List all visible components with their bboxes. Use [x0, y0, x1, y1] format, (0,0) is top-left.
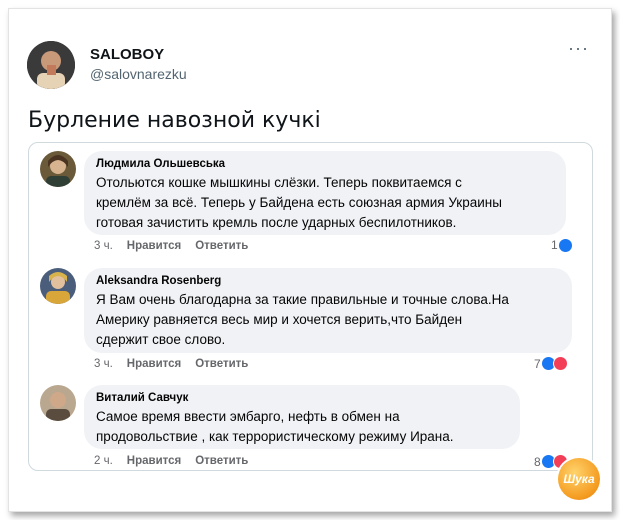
comment-actions: 2 ч. Нравится Ответить [94, 455, 248, 467]
watermark-logo: Шука [558, 458, 600, 500]
comment-time[interactable]: 2 ч. [94, 455, 113, 467]
author-avatar[interactable] [27, 41, 75, 89]
like-link[interactable]: Нравится [127, 455, 181, 467]
comment-author[interactable]: Людмила Ольшевська [96, 158, 554, 170]
author-handle[interactable]: @salovnarezku [90, 66, 187, 82]
like-icon [558, 238, 572, 252]
comment-author[interactable]: Виталий Савчук [96, 392, 508, 404]
like-link[interactable]: Нравится [127, 240, 181, 252]
reaction-count: 1 [551, 238, 558, 252]
comment-time[interactable]: 3 ч. [94, 240, 113, 252]
comment-avatar[interactable] [40, 385, 76, 421]
comment-actions: 3 ч. Нравится Ответить [94, 240, 248, 252]
comment-text: Отольются кошке мышкины слёзки. Теперь п… [96, 175, 502, 230]
comment-text: Я Вам очень благодарна за такие правильн… [96, 292, 509, 347]
reply-link[interactable]: Ответить [195, 358, 248, 370]
reaction-count: 7 [534, 356, 541, 371]
more-horizontal-icon[interactable]: ··· [568, 38, 589, 59]
tweet-text: Бурление навозной кучкі [28, 108, 321, 133]
comment-bubble: Aleksandra Rosenberg Я Вам очень благода… [84, 268, 572, 353]
comment-actions: 3 ч. Нравится Ответить [94, 358, 248, 370]
comment-avatar[interactable] [40, 151, 76, 187]
comment-avatar[interactable] [40, 268, 76, 304]
comment-author[interactable]: Aleksandra Rosenberg [96, 275, 560, 287]
reaction-summary[interactable]: 1 [551, 238, 572, 252]
comment-bubble: Виталий Савчук Самое время ввести эмбарг… [84, 385, 520, 449]
reaction-summary[interactable]: 7 [534, 356, 568, 371]
author-name[interactable]: SALOBOY [90, 46, 164, 63]
reaction-count: 8 [534, 454, 541, 469]
love-icon [552, 356, 568, 371]
comment-text: Самое время ввести эмбарго, нефть в обме… [96, 409, 454, 444]
reply-link[interactable]: Ответить [195, 455, 248, 467]
comment-time[interactable]: 3 ч. [94, 358, 113, 370]
comment-bubble: Людмила Ольшевська Отольются кошке мышки… [84, 151, 566, 235]
reply-link[interactable]: Ответить [195, 240, 248, 252]
like-link[interactable]: Нравится [127, 358, 181, 370]
